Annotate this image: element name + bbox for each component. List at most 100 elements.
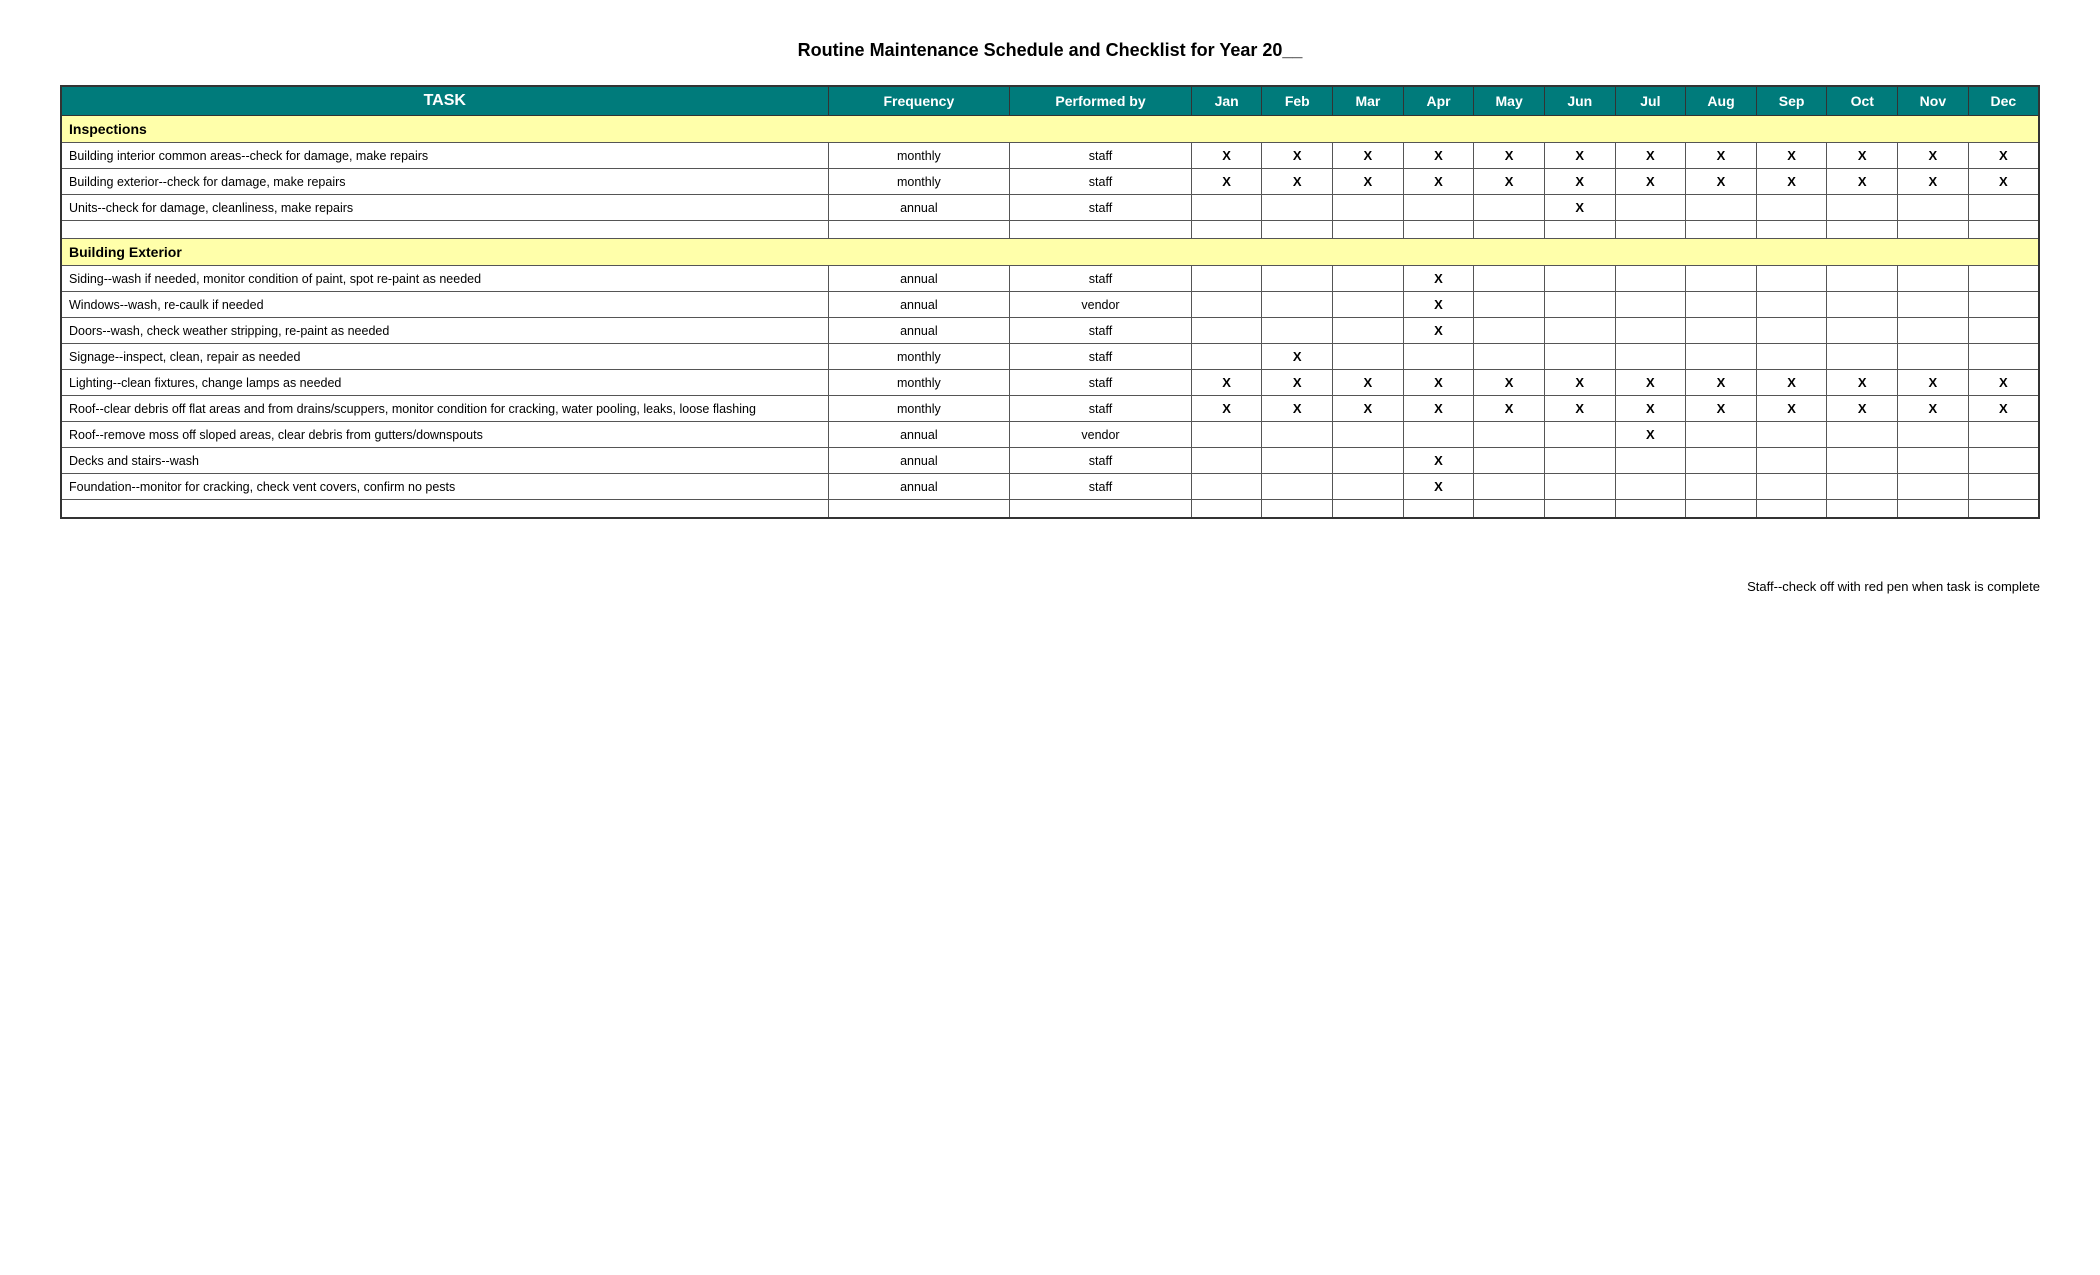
empty-cell xyxy=(828,500,1010,518)
month-cell-may: X xyxy=(1474,370,1545,396)
empty-cell xyxy=(1544,500,1615,518)
month-cell-dec: X xyxy=(1968,143,2039,169)
month-cell-mar xyxy=(1333,195,1404,221)
month-cell-jul xyxy=(1615,474,1686,500)
month-cell-sep xyxy=(1756,448,1827,474)
month-cell-nov xyxy=(1898,344,1969,370)
empty-cell xyxy=(1615,500,1686,518)
month-cell-dec xyxy=(1968,474,2039,500)
month-cell-feb: X xyxy=(1262,396,1333,422)
month-cell-apr: X xyxy=(1403,474,1474,500)
frequency-cell: annual xyxy=(828,422,1010,448)
month-cell-may: X xyxy=(1474,143,1545,169)
empty-cell xyxy=(1968,221,2039,239)
month-cell-jul: X xyxy=(1615,143,1686,169)
month-cell-feb: X xyxy=(1262,370,1333,396)
month-cell-apr xyxy=(1403,422,1474,448)
month-cell-jul xyxy=(1615,448,1686,474)
month-cell-may xyxy=(1474,195,1545,221)
month-cell-dec xyxy=(1968,448,2039,474)
empty-cell xyxy=(1898,221,1969,239)
month-cell-apr: X xyxy=(1403,292,1474,318)
month-cell-feb xyxy=(1262,422,1333,448)
header-apr: Apr xyxy=(1403,86,1474,116)
month-cell-oct xyxy=(1827,474,1898,500)
task-cell: Doors--wash, check weather stripping, re… xyxy=(61,318,828,344)
table-row: Roof--remove moss off sloped areas, clea… xyxy=(61,422,2039,448)
month-cell-nov: X xyxy=(1898,169,1969,195)
month-cell-jul xyxy=(1615,195,1686,221)
task-cell: Units--check for damage, cleanliness, ma… xyxy=(61,195,828,221)
month-cell-dec: X xyxy=(1968,370,2039,396)
task-cell: Lighting--clean fixtures, change lamps a… xyxy=(61,370,828,396)
empty-cell xyxy=(1403,221,1474,239)
performed-by-cell: staff xyxy=(1010,396,1192,422)
month-cell-jun: X xyxy=(1544,396,1615,422)
month-cell-feb xyxy=(1262,292,1333,318)
month-cell-jul xyxy=(1615,344,1686,370)
empty-row xyxy=(61,221,2039,239)
header-jun: Jun xyxy=(1544,86,1615,116)
month-cell-nov: X xyxy=(1898,143,1969,169)
performed-by-cell: vendor xyxy=(1010,422,1192,448)
month-cell-jul: X xyxy=(1615,169,1686,195)
frequency-cell: monthly xyxy=(828,143,1010,169)
header-frequency: Frequency xyxy=(828,86,1010,116)
empty-cell xyxy=(1756,500,1827,518)
table-row: Building interior common areas--check fo… xyxy=(61,143,2039,169)
month-cell-jan xyxy=(1191,266,1262,292)
month-cell-nov xyxy=(1898,195,1969,221)
header-jul: Jul xyxy=(1615,86,1686,116)
task-cell: Building exterior--check for damage, mak… xyxy=(61,169,828,195)
month-cell-jan xyxy=(1191,344,1262,370)
performed-by-cell: staff xyxy=(1010,143,1192,169)
month-cell-jun xyxy=(1544,292,1615,318)
month-cell-nov xyxy=(1898,474,1969,500)
month-cell-dec: X xyxy=(1968,396,2039,422)
month-cell-aug xyxy=(1686,292,1757,318)
empty-cell xyxy=(1262,500,1333,518)
performed-by-cell: staff xyxy=(1010,370,1192,396)
month-cell-sep: X xyxy=(1756,169,1827,195)
task-cell: Windows--wash, re-caulk if needed xyxy=(61,292,828,318)
frequency-cell: annual xyxy=(828,195,1010,221)
empty-cell xyxy=(1827,500,1898,518)
month-cell-apr: X xyxy=(1403,266,1474,292)
month-cell-may xyxy=(1474,448,1545,474)
performed-by-cell: staff xyxy=(1010,195,1192,221)
month-cell-may xyxy=(1474,344,1545,370)
empty-row xyxy=(61,500,2039,518)
frequency-cell: monthly xyxy=(828,169,1010,195)
month-cell-mar xyxy=(1333,266,1404,292)
month-cell-sep xyxy=(1756,266,1827,292)
month-cell-mar xyxy=(1333,422,1404,448)
month-cell-jun xyxy=(1544,448,1615,474)
month-cell-jan: X xyxy=(1191,370,1262,396)
month-cell-may xyxy=(1474,292,1545,318)
month-cell-aug xyxy=(1686,195,1757,221)
month-cell-sep xyxy=(1756,474,1827,500)
section-title: Building Exterior xyxy=(61,239,2039,266)
header-task: TASK xyxy=(61,86,828,116)
empty-cell xyxy=(1333,500,1404,518)
month-cell-jun: X xyxy=(1544,143,1615,169)
month-cell-may xyxy=(1474,318,1545,344)
performed-by-cell: staff xyxy=(1010,474,1192,500)
performed-by-cell: staff xyxy=(1010,169,1192,195)
section-header-0: Inspections xyxy=(61,116,2039,143)
month-cell-jan: X xyxy=(1191,396,1262,422)
performed-by-cell: staff xyxy=(1010,318,1192,344)
table-row: Building exterior--check for damage, mak… xyxy=(61,169,2039,195)
month-cell-sep xyxy=(1756,195,1827,221)
frequency-cell: annual xyxy=(828,292,1010,318)
month-cell-dec xyxy=(1968,292,2039,318)
month-cell-aug xyxy=(1686,318,1757,344)
month-cell-nov xyxy=(1898,318,1969,344)
month-cell-oct xyxy=(1827,266,1898,292)
table-row: Signage--inspect, clean, repair as neede… xyxy=(61,344,2039,370)
empty-cell xyxy=(1827,221,1898,239)
empty-cell xyxy=(1010,221,1192,239)
header-aug: Aug xyxy=(1686,86,1757,116)
empty-cell xyxy=(1403,500,1474,518)
month-cell-mar xyxy=(1333,448,1404,474)
